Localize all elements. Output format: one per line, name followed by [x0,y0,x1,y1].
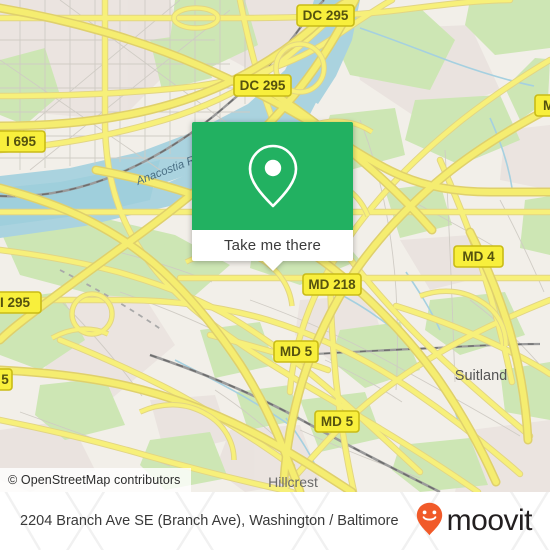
moovit-brand[interactable]: moovit [416,502,550,541]
place-label-suitland: Suitland [455,368,507,384]
callout-footer[interactable]: Take me there [192,230,353,271]
road-shield-dc-295-south[interactable]: DC 295 [233,74,292,97]
place-label-hillcrest: Hillcrest [268,474,318,490]
caption-bar: 2204 Branch Ave SE (Branch Ave), Washing… [0,492,550,550]
road-shield-label: DC 295 [303,8,349,23]
location-callout-card[interactable]: Take me there [192,122,353,271]
road-shield-i-295[interactable]: I 295 [0,291,42,314]
road-shield-label: M [543,98,550,113]
moovit-wordmark: moovit [446,504,533,537]
callout-header [192,122,353,230]
callout-pointer-tail [261,260,284,271]
road-shield-md-218[interactable]: MD 218 [302,273,362,296]
road-shield-md-5-clipped[interactable]: 5 [0,368,13,391]
road-shield-md-clipped[interactable]: M [534,94,550,117]
road-shield-i-695[interactable]: I 695 [0,130,46,153]
road-shield-dc-295-north[interactable]: DC 295 [296,4,355,27]
road-shield-label: DC 295 [240,78,286,93]
road-shield-label: I 695 [6,134,37,149]
moovit-map-screenshot: Anacostia River Suitland Hillcrest DC 29… [0,0,550,550]
road-shield-md-5-south[interactable]: MD 5 [314,410,360,433]
osm-attribution[interactable]: © OpenStreetMap contributors [0,468,191,492]
road-shield-label: 5 [1,372,9,387]
map-pin-icon [246,143,300,209]
address-caption: 2204 Branch Ave SE (Branch Ave), Washing… [20,513,399,529]
road-shield-md-5-north[interactable]: MD 5 [273,340,319,363]
road-shield-label: MD 5 [321,414,354,429]
road-shield-label: MD 4 [462,249,495,264]
road-shield-md-4[interactable]: MD 4 [453,245,504,268]
osm-attribution-text: © OpenStreetMap contributors [8,473,181,487]
map-canvas[interactable]: Anacostia River Suitland Hillcrest DC 29… [0,0,550,492]
road-shield-label: MD 5 [280,344,313,359]
moovit-smiley-pin-icon [416,502,443,541]
road-shield-label: MD 218 [308,277,356,292]
road-shield-label: I 295 [0,295,31,310]
take-me-there-label: Take me there [224,237,321,254]
